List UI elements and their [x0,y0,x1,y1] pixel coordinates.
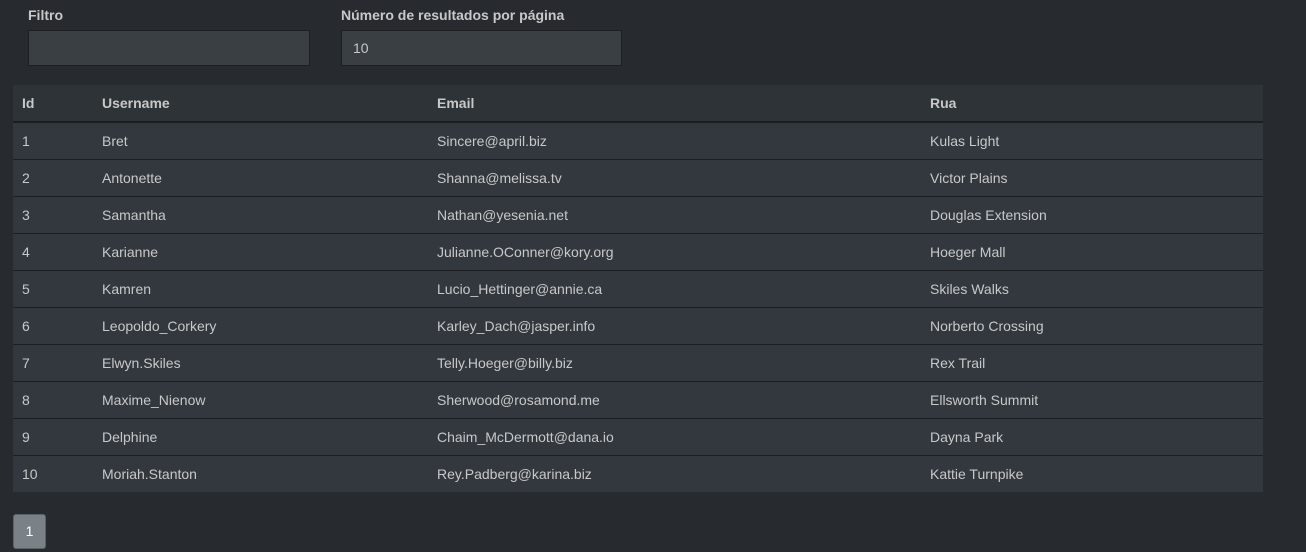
filters-bar: Filtro Número de resultados por página [0,0,1306,80]
cell-street: Kattie Turnpike [921,454,1263,492]
table-body: 1 Bret Sincere@april.biz Kulas Light 2 A… [13,121,1263,492]
cell-username: Maxime_Nienow [93,380,428,418]
cell-id: 1 [13,121,93,159]
users-table: Id Username Email Rua 1 Bret Sincere@apr… [13,85,1263,492]
cell-street: Victor Plains [921,158,1263,196]
cell-id: 4 [13,232,93,270]
cell-username: Karianne [93,232,428,270]
cell-street: Hoeger Mall [921,232,1263,270]
cell-id: 10 [13,454,93,492]
cell-email: Julianne.OConner@kory.org [428,232,921,270]
cell-id: 8 [13,380,93,418]
table-row: 10 Moriah.Stanton Rey.Padberg@karina.biz… [13,454,1263,492]
cell-email: Shanna@melissa.tv [428,158,921,196]
column-header-street[interactable]: Rua [921,85,1263,123]
table-row: 8 Maxime_Nienow Sherwood@rosamond.me Ell… [13,380,1263,418]
cell-id: 2 [13,158,93,196]
table-row: 3 Samantha Nathan@yesenia.net Douglas Ex… [13,195,1263,233]
cell-username: Elwyn.Skiles [93,343,428,381]
cell-street: Norberto Crossing [921,306,1263,344]
page-button-1[interactable]: 1 [13,514,46,549]
cell-street: Kulas Light [921,121,1263,159]
table-row: 6 Leopoldo_Corkery Karley_Dach@jasper.in… [13,306,1263,344]
cell-email: Karley_Dach@jasper.info [428,306,921,344]
cell-username: Leopoldo_Corkery [93,306,428,344]
cell-id: 3 [13,195,93,233]
table-row: 4 Karianne Julianne.OConner@kory.org Hoe… [13,232,1263,270]
cell-email: Lucio_Hettinger@annie.ca [428,269,921,307]
filter-input[interactable] [28,30,310,66]
cell-id: 9 [13,417,93,455]
cell-street: Dayna Park [921,417,1263,455]
table-row: 5 Kamren Lucio_Hettinger@annie.ca Skiles… [13,269,1263,307]
table-row: 7 Elwyn.Skiles Telly.Hoeger@billy.biz Re… [13,343,1263,381]
column-header-id[interactable]: Id [13,85,93,123]
cell-username: Bret [93,121,428,159]
cell-street: Ellsworth Summit [921,380,1263,418]
cell-email: Rey.Padberg@karina.biz [428,454,921,492]
cell-street: Douglas Extension [921,195,1263,233]
column-header-username[interactable]: Username [93,85,428,123]
cell-street: Rex Trail [921,343,1263,381]
table-row: 9 Delphine Chaim_McDermott@dana.io Dayna… [13,417,1263,455]
cell-email: Nathan@yesenia.net [428,195,921,233]
cell-username: Antonette [93,158,428,196]
per-page-input[interactable] [341,30,622,66]
cell-street: Skiles Walks [921,269,1263,307]
column-header-email[interactable]: Email [428,85,921,123]
cell-id: 6 [13,306,93,344]
filter-label: Filtro [28,7,63,23]
users-table-container: Id Username Email Rua 1 Bret Sincere@apr… [13,85,1263,492]
cell-username: Kamren [93,269,428,307]
table-header: Id Username Email Rua [13,85,1263,123]
cell-email: Chaim_McDermott@dana.io [428,417,921,455]
per-page-label: Número de resultados por página [341,7,565,23]
cell-id: 5 [13,269,93,307]
cell-email: Sincere@april.biz [428,121,921,159]
table-row: 1 Bret Sincere@april.biz Kulas Light [13,121,1263,159]
table-header-row: Id Username Email Rua [13,85,1263,123]
table-row: 2 Antonette Shanna@melissa.tv Victor Pla… [13,158,1263,196]
cell-email: Sherwood@rosamond.me [428,380,921,418]
cell-username: Delphine [93,417,428,455]
cell-username: Samantha [93,195,428,233]
cell-email: Telly.Hoeger@billy.biz [428,343,921,381]
cell-id: 7 [13,343,93,381]
pagination: 1 [13,514,46,549]
cell-username: Moriah.Stanton [93,454,428,492]
